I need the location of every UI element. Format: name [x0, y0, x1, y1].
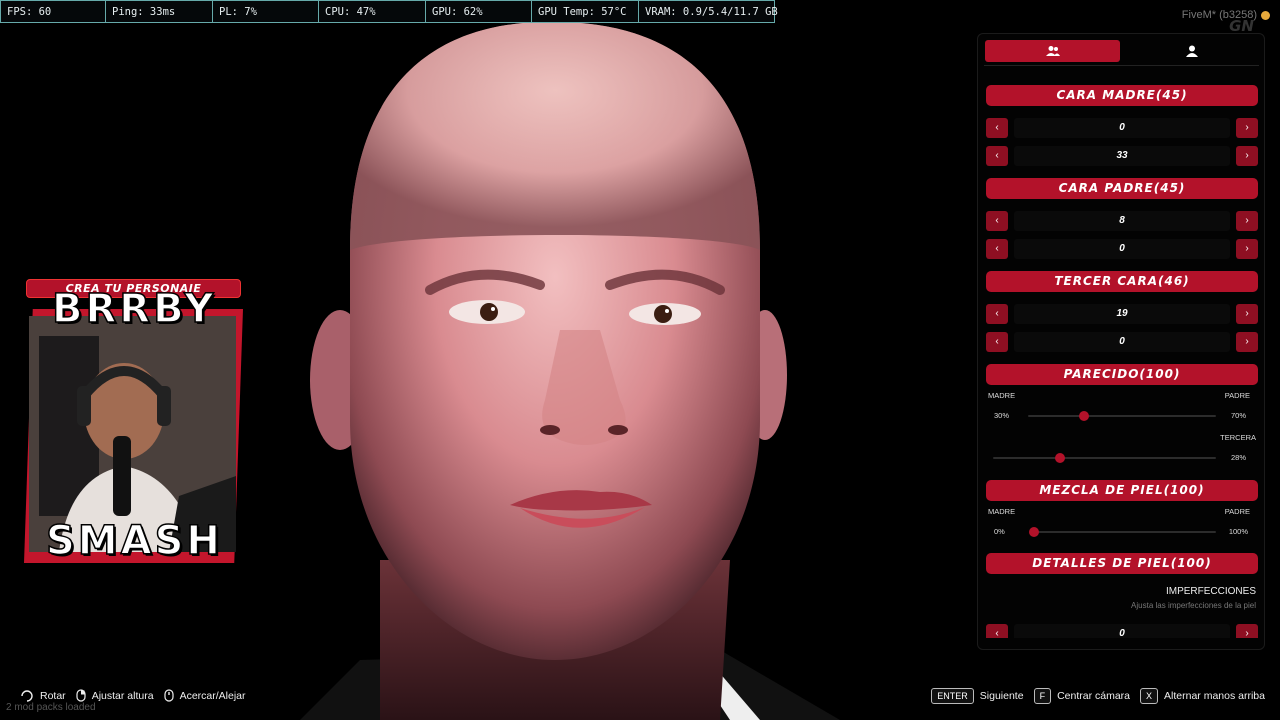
mezcla-slider-thumb[interactable] [1029, 527, 1039, 537]
cara-padre-1-prev-button[interactable]: ‹ [986, 211, 1008, 231]
imperfecciones-title: IMPERFECCIONES [1165, 586, 1256, 597]
mezcla-left-pct: 0% [994, 527, 1005, 536]
group-icon [1045, 46, 1060, 56]
packet-loss-readout: PL: 7% [213, 0, 319, 23]
tercer-cara-2-value: 0 [1014, 332, 1230, 352]
gpu-temp-readout: GPU Temp: 57°C [532, 0, 639, 23]
cara-madre-2-value: 33 [1014, 146, 1230, 166]
client-watermark: FiveM* (b3258) [1182, 9, 1270, 21]
tercer-cara-2-next-button[interactable]: › [1236, 332, 1258, 352]
cara-madre-1-next-button[interactable]: › [1236, 118, 1258, 138]
fivem-logo-icon [1261, 10, 1270, 20]
streamer-name-top: BRRBY [51, 285, 217, 333]
hint-hands-up-label: Alternar manos arriba [1164, 690, 1265, 702]
tercer-cara-2-prev-button[interactable]: ‹ [986, 332, 1008, 352]
hint-zoom: Acercar/Alejar [163, 689, 246, 702]
cpu-readout: CPU: 47% [319, 0, 426, 23]
enter-key: ENTER [931, 688, 974, 704]
fps-readout: FPS: 60 [0, 0, 106, 23]
cara-padre-1-value: 8 [1014, 211, 1230, 231]
ping-readout: Ping: 33ms [106, 0, 213, 23]
streamer-figure [29, 316, 236, 552]
mezcla-right-label: PADRE [1224, 507, 1250, 516]
parecido-right-label: PADRE [1224, 391, 1250, 400]
performance-bar: FPS: 60 Ping: 33ms PL: 7% CPU: 47% GPU: … [0, 0, 778, 23]
section-tercer-cara: TERCER CARA(46) [986, 271, 1258, 292]
controls-hints-left: Rotar Ajustar altura Acercar/Alejar [20, 689, 246, 702]
mezcla-slider[interactable] [1029, 527, 1216, 537]
hint-height: Ajustar altura [76, 689, 154, 702]
tercera-label: TERCERA [1220, 433, 1256, 442]
hint-rotate-label: Rotar [40, 689, 66, 702]
cara-padre-2-value: 0 [1014, 239, 1230, 259]
tab-appearance[interactable] [1124, 40, 1259, 62]
webcam-feed [29, 316, 236, 552]
imperfecciones-stepper: ‹ 0 › [986, 624, 1258, 638]
parecido-slider[interactable] [1028, 411, 1216, 421]
tercera-slider[interactable] [993, 453, 1216, 463]
parecido-right-pct: 70% [1230, 411, 1246, 420]
tercera-slider-thumb[interactable] [1054, 453, 1065, 463]
scroll-wheel-icon [163, 689, 174, 702]
mezcla-right-pct: 100% [1228, 527, 1248, 536]
cara-padre-2-prev-button[interactable]: ‹ [986, 239, 1008, 259]
cara-padre-2-next-button[interactable]: › [1236, 239, 1258, 259]
cara-padre-1-next-button[interactable]: › [1236, 211, 1258, 231]
hint-zoom-label: Acercar/Alejar [179, 689, 246, 702]
hint-height-label: Ajustar altura [91, 689, 154, 702]
x-key: X [1140, 688, 1159, 704]
hint-next: ENTER Siguiente [931, 688, 1024, 704]
imperfecciones-value: 0 [1014, 624, 1230, 638]
cara-madre-1-value: 0 [1014, 118, 1230, 138]
section-mezcla-piel: MEZCLA DE PIEL(100) [986, 480, 1258, 501]
cara-madre-1-prev-button[interactable]: ‹ [986, 118, 1008, 138]
hint-rotate: Rotar [20, 690, 66, 702]
character-creator-panel: CARA MADRE(45) ‹ 0 › ‹ 33 › CARA PADRE(4… [977, 33, 1265, 650]
hint-center-camera-label: Centrar cámara [1057, 690, 1131, 702]
imperfecciones-next-button[interactable]: › [1236, 624, 1258, 638]
imperfecciones-prev-button[interactable]: ‹ [986, 624, 1008, 638]
mouse-right-icon [76, 689, 86, 702]
parecido-slider-thumb[interactable] [1079, 411, 1090, 421]
gpu-readout: GPU: 62% [426, 0, 532, 23]
hint-hands-up: X Alternar manos arriba [1140, 688, 1265, 704]
streamer-name-bottom: SMASH [45, 517, 223, 565]
parecido-left-label: MADRE [988, 391, 1016, 400]
mezcla-left-label: MADRE [988, 507, 1016, 516]
hint-next-label: Siguiente [979, 690, 1024, 702]
hint-center-camera: F Centrar cámara [1033, 688, 1131, 704]
user-icon [1185, 45, 1198, 57]
cara-madre-stepper-2: ‹ 33 › [986, 146, 1258, 166]
controls-hints-right: ENTER Siguiente F Centrar cámara X Alter… [931, 688, 1265, 704]
tercer-cara-stepper-1: ‹ 19 › [986, 304, 1258, 324]
tercer-cara-1-prev-button[interactable]: ‹ [986, 304, 1008, 324]
tab-heritage[interactable] [985, 40, 1120, 62]
cara-madre-stepper-1: ‹ 0 › [986, 118, 1258, 138]
cara-madre-2-next-button[interactable]: › [1236, 146, 1258, 166]
imperfecciones-description: Ajusta las imperfecciones de la piel [1131, 601, 1256, 610]
mouse-left-icon [21, 689, 33, 702]
f-key: F [1033, 688, 1052, 704]
cara-madre-2-prev-button[interactable]: ‹ [986, 146, 1008, 166]
section-detalles-piel: DETALLES DE PIEL(100) [986, 553, 1258, 574]
tercera-pct: 28% [1230, 453, 1246, 462]
tercer-cara-1-value: 19 [1014, 304, 1230, 324]
panel-tabs [984, 40, 1259, 64]
section-cara-padre: CARA PADRE(45) [986, 178, 1258, 199]
section-cara-madre: CARA MADRE(45) [986, 85, 1258, 106]
cara-padre-stepper-1: ‹ 8 › [986, 211, 1258, 231]
cara-padre-stepper-2: ‹ 0 › [986, 239, 1258, 259]
tercer-cara-stepper-2: ‹ 0 › [986, 332, 1258, 352]
parecido-left-pct: 30% [994, 411, 1010, 420]
vram-readout: VRAM: 0.9/5.4/11.7 GB [639, 0, 778, 23]
tercer-cara-1-next-button[interactable]: › [1236, 304, 1258, 324]
mod-packs-note: 2 mod packs loaded [6, 702, 96, 713]
section-parecido: PARECIDO(100) [986, 364, 1258, 385]
tab-divider [984, 65, 1259, 66]
